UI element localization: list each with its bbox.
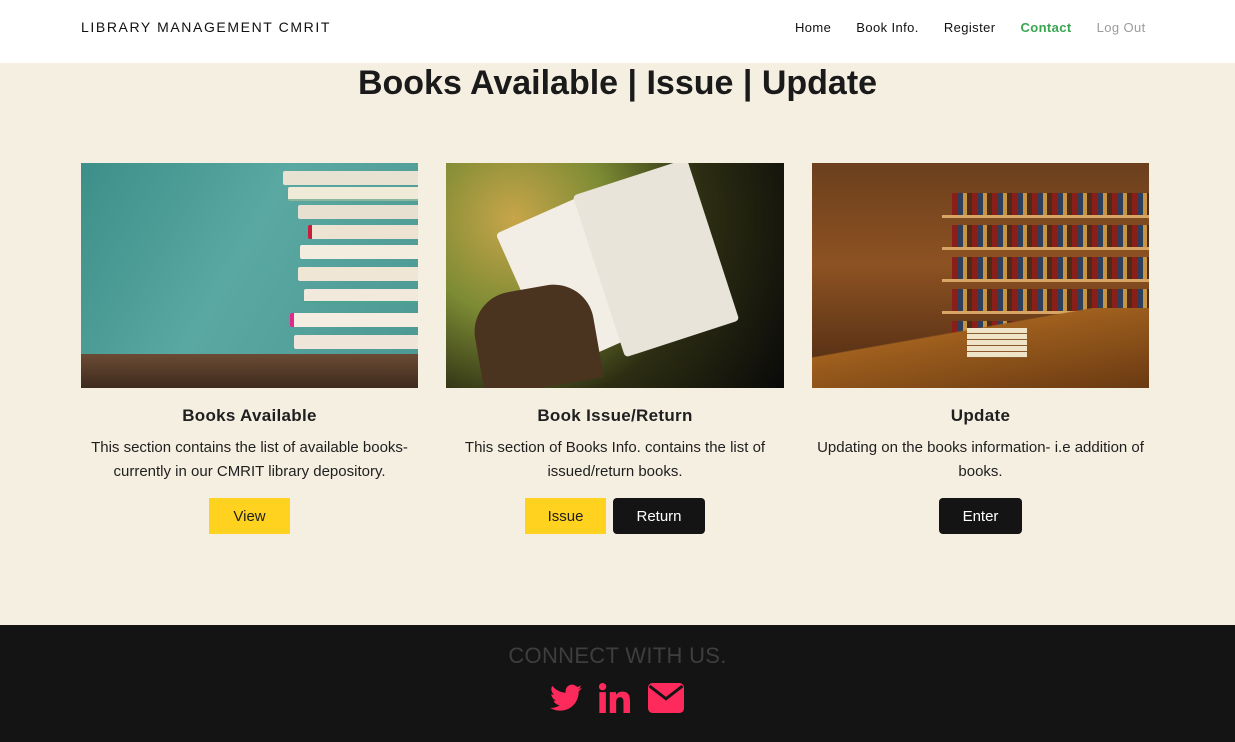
page-title: Books Available | Issue | Update (357, 64, 878, 102)
footer: CONNECT WITH US. (0, 625, 1235, 742)
navbar: LIBRARY MANAGEMENT CMRIT Home Book Info.… (0, 0, 1235, 63)
nav-register[interactable]: Register (944, 20, 996, 35)
card-description: This section of Books Info. contains the… (464, 439, 766, 480)
card-books-available: Books Available This section contains th… (81, 163, 418, 534)
card-description: Updating on the books information- i.e a… (817, 439, 1144, 480)
connect-heading: CONNECT WITH US. (508, 643, 727, 668)
email-icon[interactable] (648, 683, 684, 718)
card-title: Update (950, 406, 1011, 425)
books-stack-image (81, 163, 418, 388)
linkedin-icon[interactable] (598, 683, 631, 718)
issue-button[interactable]: Issue (525, 498, 606, 534)
reading-book-image (446, 163, 784, 388)
card-description: This section contains the list of availa… (91, 439, 408, 480)
return-button[interactable]: Return (613, 498, 705, 534)
nav-home[interactable]: Home (795, 20, 831, 35)
nav-contact[interactable]: Contact (1020, 20, 1071, 35)
card-title: Book Issue/Return (537, 406, 693, 425)
twitter-icon[interactable] (550, 684, 582, 717)
card-update: Update Updating on the books information… (812, 163, 1149, 534)
view-button[interactable]: View (209, 498, 290, 534)
social-links (550, 683, 684, 718)
brand-title[interactable]: LIBRARY MANAGEMENT CMRIT (81, 19, 331, 35)
card-book-issue-return: Book Issue/Return This section of Books … (446, 163, 784, 534)
card-title: Books Available (182, 406, 317, 425)
enter-button[interactable]: Enter (939, 498, 1022, 534)
nav-logout[interactable]: Log Out (1097, 20, 1146, 35)
nav-book-info[interactable]: Book Info. (856, 20, 919, 35)
nav-menu: Home Book Info. Register Contact Log Out (795, 20, 1171, 35)
library-shelves-image (812, 163, 1149, 388)
